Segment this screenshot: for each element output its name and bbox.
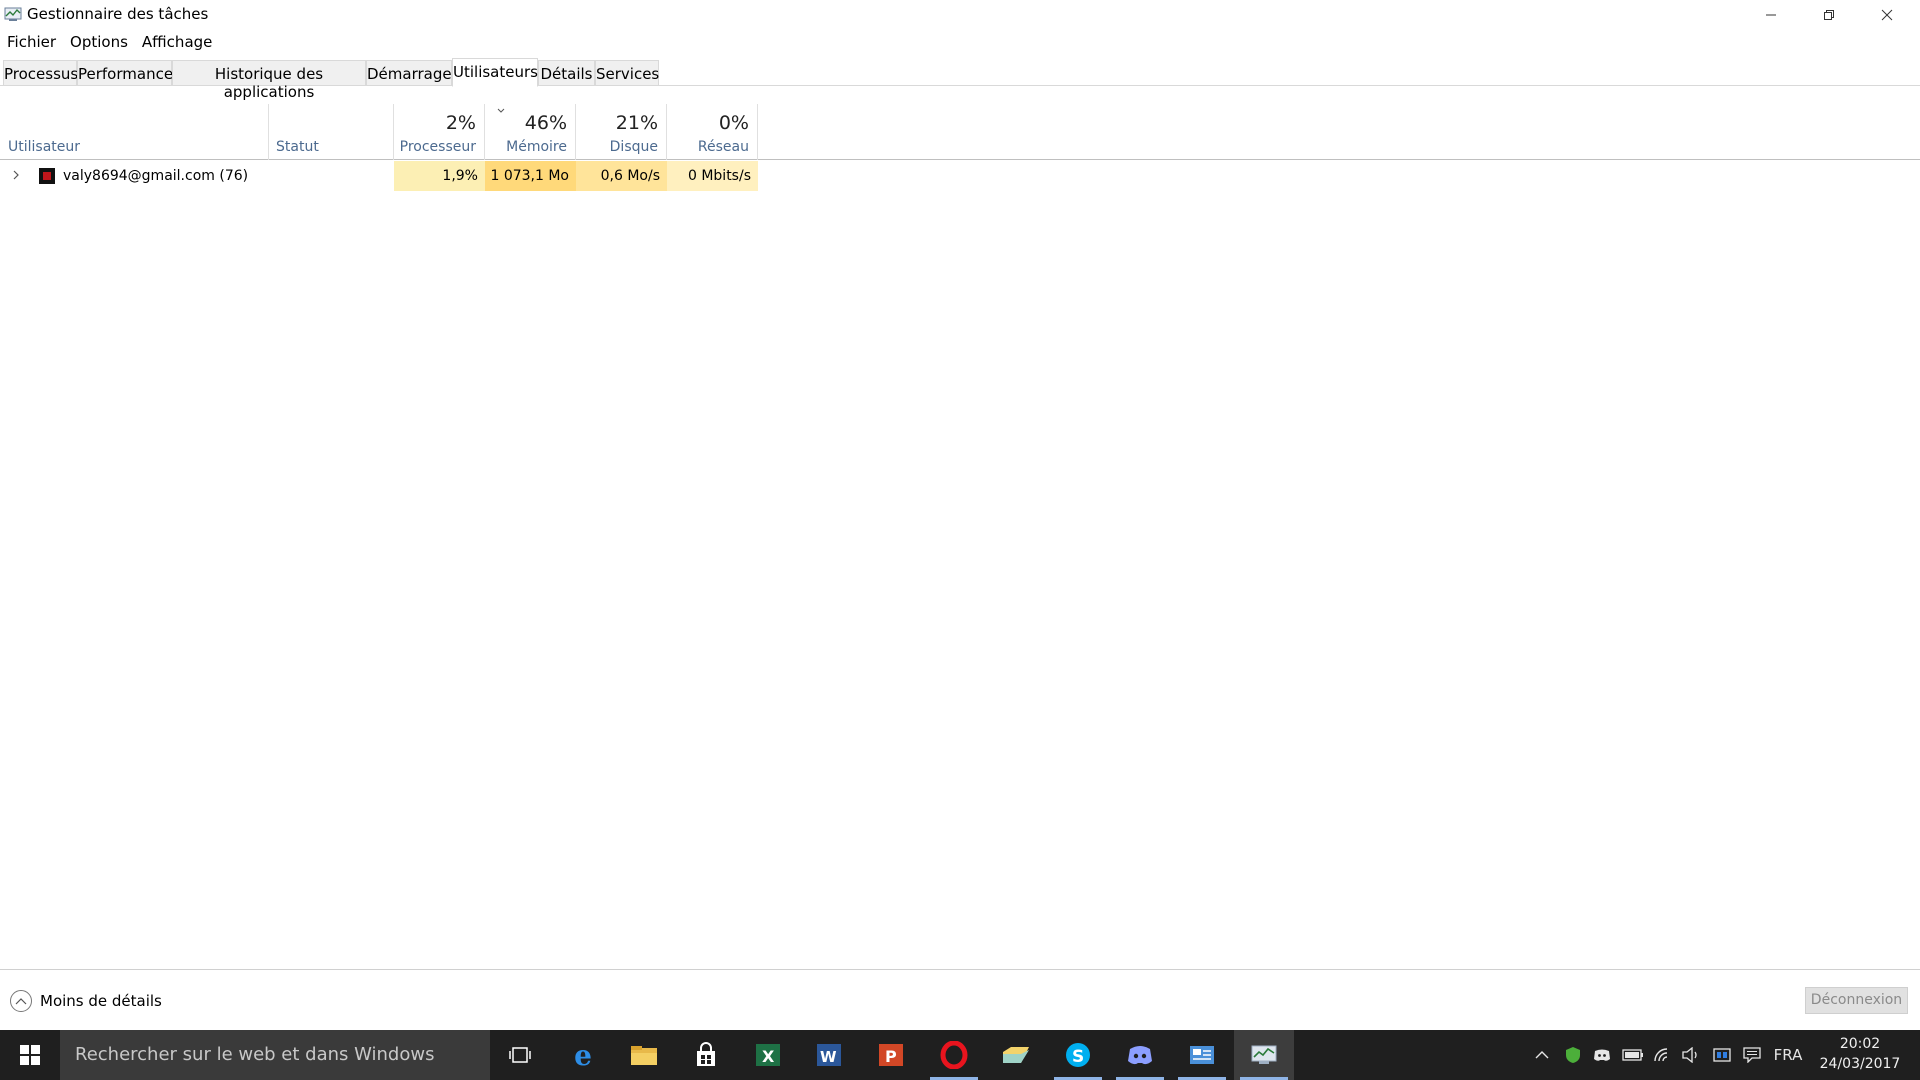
expand-chevron-icon[interactable] (10, 169, 22, 181)
column-label-memory: Mémoire (506, 139, 567, 155)
svg-text:X: X (762, 1047, 775, 1066)
tab-utilisateurs[interactable]: Utilisateurs (452, 58, 538, 87)
tab-details[interactable]: Détails (538, 60, 595, 86)
store-icon[interactable] (676, 1030, 736, 1080)
word-icon[interactable]: W (799, 1030, 859, 1080)
footer-bar: Moins de détails Déconnexion (0, 969, 1920, 1030)
svg-text:S: S (1072, 1047, 1084, 1067)
menu-bar: Fichier Options Affichage (0, 30, 219, 54)
column-label-user: Utilisateur (8, 139, 81, 155)
tab-processus[interactable]: Processus (3, 60, 78, 86)
start-button[interactable] (0, 1030, 60, 1080)
folder-sync-icon[interactable] (986, 1030, 1046, 1080)
close-button[interactable] (1858, 0, 1916, 30)
chevron-up-icon (10, 990, 32, 1012)
minimize-button[interactable] (1742, 0, 1800, 30)
user-avatar (39, 168, 55, 184)
column-label-disk: Disque (609, 139, 658, 155)
action-center-icon[interactable] (1740, 1030, 1764, 1080)
column-label-cpu: Processeur (399, 139, 476, 155)
windows-logo-icon (20, 1045, 40, 1065)
edge-icon[interactable]: e (553, 1030, 613, 1080)
taskbar-search-box[interactable]: Rechercher sur le web et dans Windows (60, 1030, 490, 1080)
cell-memory: 1 073,1 Mo (485, 161, 576, 191)
taskbar-clock[interactable]: 20:02 24/03/2017 (1812, 1034, 1908, 1074)
task-view-icon[interactable] (490, 1030, 550, 1080)
cpu-total: 2% (445, 112, 476, 134)
task-manager-icon[interactable] (1234, 1030, 1294, 1080)
menu-fichier[interactable]: Fichier (0, 30, 63, 54)
file-explorer-icon[interactable] (614, 1030, 674, 1080)
column-header-network[interactable]: 0% Réseau (667, 104, 758, 160)
column-label-status: Statut (276, 139, 319, 155)
column-header-disk[interactable]: 21% Disque (576, 104, 667, 160)
column-header-status[interactable]: Statut (269, 104, 394, 160)
svg-text:W: W (820, 1048, 837, 1066)
less-details-label: Moins de détails (40, 992, 162, 1010)
menu-affichage[interactable]: Affichage (135, 30, 219, 54)
column-header-memory[interactable]: 46% Mémoire (485, 104, 576, 160)
restore-button[interactable] (1800, 0, 1858, 30)
tab-demarrage[interactable]: Démarrage (366, 60, 452, 86)
tab-historique[interactable]: Historique des applications (172, 60, 366, 101)
volume-icon[interactable] (1679, 1030, 1703, 1080)
powerpoint-icon[interactable]: P (861, 1030, 921, 1080)
close-icon (1881, 9, 1893, 21)
tray-overflow-chevron-icon[interactable] (1530, 1030, 1554, 1080)
network-total: 0% (718, 112, 749, 134)
window-title: Gestionnaire des tâches (27, 5, 209, 23)
antivirus-shield-icon[interactable] (1561, 1030, 1585, 1080)
column-header-cpu[interactable]: 2% Processeur (394, 104, 485, 160)
windows-taskbar: Rechercher sur le web et dans Windows e … (0, 1030, 1920, 1080)
column-header-user[interactable]: Utilisateur (0, 104, 269, 160)
disconnect-button[interactable]: Déconnexion (1805, 987, 1908, 1014)
cell-cpu: 1,9% (394, 161, 485, 191)
excel-icon[interactable]: X (738, 1030, 798, 1080)
disk-total: 21% (615, 112, 658, 134)
title-bar: Gestionnaire des tâches (0, 0, 1920, 30)
battery-icon[interactable] (1620, 1030, 1646, 1080)
svg-text:P: P (885, 1047, 897, 1066)
menu-options[interactable]: Options (63, 30, 135, 54)
cell-network: 0 Mbits/s (667, 161, 758, 191)
column-label-network: Réseau (697, 139, 749, 155)
cell-user: valy8694@gmail.com (76) (63, 168, 249, 184)
opera-icon[interactable] (924, 1030, 984, 1080)
sort-descending-icon (497, 108, 505, 113)
clock-time: 20:02 (1839, 1036, 1881, 1052)
wifi-icon[interactable] (1650, 1030, 1676, 1080)
control-panel-icon[interactable] (1172, 1030, 1232, 1080)
users-table: Utilisateur Statut 2% Processeur 46% Mém… (0, 86, 1920, 970)
input-method-icon[interactable] (1710, 1030, 1734, 1080)
task-manager-window: Gestionnaire des tâches Fichier Options … (0, 0, 1920, 1030)
tab-strip: Processus Performance Historique des app… (0, 58, 1920, 101)
tab-performance[interactable]: Performance (77, 60, 173, 86)
table-header: Utilisateur Statut 2% Processeur 46% Mém… (0, 104, 1920, 160)
minimize-icon (1766, 14, 1776, 16)
clock-date: 24/03/2017 (1819, 1056, 1901, 1072)
restore-icon (1824, 10, 1834, 20)
task-manager-app-icon (4, 6, 22, 22)
cell-disk: 0,6 Mo/s (576, 161, 667, 191)
less-details-button[interactable]: Moins de détails (10, 990, 162, 1012)
discord-tray-icon[interactable] (1590, 1030, 1614, 1080)
memory-total: 46% (524, 112, 567, 134)
skype-icon[interactable]: S (1048, 1030, 1108, 1080)
language-indicator[interactable]: FRA (1768, 1030, 1808, 1080)
tab-services[interactable]: Services (595, 60, 659, 86)
discord-icon[interactable] (1110, 1030, 1170, 1080)
table-row[interactable]: valy8694@gmail.com (76) 1,9% 1 073,1 Mo … (0, 161, 1920, 191)
